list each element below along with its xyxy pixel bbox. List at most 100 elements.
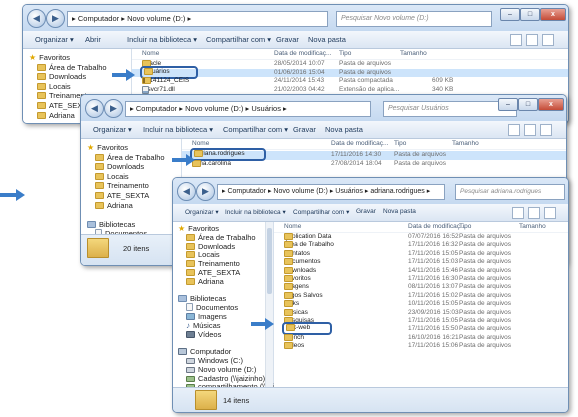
- maximize-button[interactable]: □: [520, 8, 540, 21]
- breadcrumb-item[interactable]: Usuários: [335, 188, 363, 195]
- tree-item[interactable]: Downloads: [37, 72, 86, 82]
- minimize-button[interactable]: –: [498, 98, 518, 111]
- share-with-button[interactable]: Compartilhar com ▾: [223, 125, 288, 134]
- tree-item[interactable]: Adriana: [186, 277, 224, 287]
- breadcrumb-item[interactable]: Computador: [227, 188, 266, 195]
- include-in-library-button[interactable]: Incluir na biblioteca ▾: [143, 125, 213, 134]
- include-in-library-button[interactable]: Incluir na biblioteca ▾: [225, 208, 286, 216]
- tree-item[interactable]: Área de Trabalho: [95, 153, 165, 163]
- help-icon[interactable]: [540, 124, 552, 136]
- organize-button[interactable]: Organizar ▾: [185, 208, 219, 216]
- organize-button[interactable]: Organizar ▾: [93, 125, 132, 134]
- burn-button[interactable]: Gravar: [356, 208, 376, 215]
- column-header-size[interactable]: Tamanho: [452, 140, 479, 147]
- folder-icon: [284, 266, 293, 274]
- column-header-size[interactable]: Tamanho: [400, 50, 427, 57]
- list-item[interactable]: Oracle 28/05/2014 10:07 Pasta de arquivos: [132, 60, 568, 69]
- search-input[interactable]: Pesquisar Novo volume (D:): [336, 11, 492, 27]
- column-header-name[interactable]: Nome: [192, 140, 209, 147]
- view-options-icon[interactable]: [508, 124, 520, 136]
- scrollbar[interactable]: [265, 222, 273, 388]
- list-item[interactable]: adriana.rodrigues 17/11/2016 14:30 Pasta d…: [182, 148, 566, 161]
- tree-item[interactable]: ATE_SEXTA: [95, 191, 149, 201]
- column-header-type[interactable]: Tipo: [394, 140, 406, 147]
- tree-item[interactable]: Adriana: [95, 201, 133, 211]
- tree-item[interactable]: Bibliotecas: [87, 220, 135, 230]
- share-with-button[interactable]: Compartilhar com ▾: [206, 35, 271, 44]
- back-arrow-icon[interactable]: ◀: [177, 182, 196, 201]
- back-arrow-icon[interactable]: ◀: [27, 9, 46, 28]
- breadcrumb-item[interactable]: adriana.rodrigues: [370, 188, 424, 195]
- tree-item[interactable]: Treinamento: [95, 181, 149, 191]
- organize-button[interactable]: Organizar ▾: [35, 35, 74, 44]
- forward-arrow-icon[interactable]: ▶: [196, 182, 215, 201]
- list-item[interactable]: Imagens 08/11/2016 13:07 Pasta de arquivos: [274, 283, 568, 292]
- list-item[interactable]: Links 10/11/2016 15:05Pasta de arquivos: [274, 300, 568, 309]
- list-item[interactable]: Vídeos 17/11/2016 15:06 Pasta de arquivos: [274, 342, 568, 351]
- breadcrumb[interactable]: ▸ Computador ▸ Novo volume (D:) ▸: [67, 11, 328, 27]
- list-item[interactable]: Trench 16/10/2016 16:21 Pasta de arquivos: [274, 333, 568, 343]
- list-item[interactable]: Contatos 17/11/2016 15:05 Pasta de arquivo…: [274, 249, 568, 259]
- burn-button[interactable]: Gravar: [276, 35, 299, 44]
- column-header-date[interactable]: Data de modificaç...: [274, 50, 331, 57]
- column-header-date[interactable]: Data de modificaç...: [331, 140, 388, 147]
- include-in-library-button[interactable]: Incluir na biblioteca ▾: [127, 35, 197, 44]
- view-options-icon[interactable]: [510, 34, 522, 46]
- list-item[interactable]: Favoritos 17/11/2016 16:30 Pasta de arquiv…: [274, 275, 568, 284]
- preview-pane-icon[interactable]: [524, 124, 536, 136]
- list-item[interactable]: 20141124_CEIS 24/11/2014 15:43 Pasta compa…: [132, 77, 568, 86]
- back-arrow-icon[interactable]: ◀: [85, 99, 104, 118]
- minimize-button[interactable]: –: [500, 8, 520, 21]
- tree-item[interactable]: Adriana: [37, 111, 75, 121]
- list-item[interactable]: Área de Trabalho 17/11/2016 16:32 Pasta de…: [274, 241, 568, 250]
- search-input[interactable]: Pesquisar Usuários: [383, 101, 517, 117]
- list-item[interactable]: Documentos 17/11/2016 15:03 Pasta de arqui…: [274, 258, 568, 267]
- tree-item[interactable]: Locais: [37, 82, 71, 92]
- new-folder-button[interactable]: Nova pasta: [325, 125, 363, 134]
- tree-item[interactable]: ★ Favoritos: [29, 53, 70, 63]
- list-item[interactable]: Downloads 14/11/2016 15:46 Pasta de arquiv…: [274, 266, 568, 276]
- breadcrumb-item[interactable]: Novo volume (D:): [127, 14, 185, 23]
- breadcrumb[interactable]: ▸ Computador ▸ Novo volume (D:) ▸ Usuári…: [217, 184, 445, 200]
- column-header-type[interactable]: Tipo: [339, 50, 351, 57]
- column-header-name[interactable]: Nome: [284, 223, 301, 230]
- list-item[interactable]: anna.carolina 27/08/2014 18:04 Pasta de ar…: [182, 160, 566, 169]
- search-input[interactable]: Pesquisar adriana.rodrigues: [455, 184, 565, 200]
- view-options-icon[interactable]: [512, 207, 524, 219]
- help-icon[interactable]: [542, 34, 554, 46]
- tree-item[interactable]: Downloads: [95, 162, 144, 172]
- breadcrumb-item[interactable]: Novo volume (D:): [273, 188, 327, 195]
- list-item[interactable]: msvcr71.dll 21/02/2003 04:42 Extensão de a…: [132, 85, 568, 95]
- breadcrumb-item[interactable]: Novo volume (D:): [185, 104, 243, 113]
- share-with-button[interactable]: Compartilhar com ▾: [293, 208, 349, 216]
- tree-item[interactable]: ★ Favoritos: [87, 143, 128, 153]
- help-icon[interactable]: [544, 207, 556, 219]
- burn-button[interactable]: Gravar: [293, 125, 316, 134]
- tree-item[interactable]: Vídeos: [186, 330, 221, 340]
- breadcrumb-item[interactable]: Computador: [136, 104, 177, 113]
- column-header-type[interactable]: Tipo: [459, 223, 471, 230]
- new-folder-button[interactable]: Nova pasta: [383, 208, 416, 215]
- column-header-date[interactable]: Data de modificaç...: [408, 223, 465, 230]
- new-folder-button[interactable]: Nova pasta: [308, 35, 346, 44]
- column-header-size[interactable]: Tamanho: [519, 223, 546, 230]
- close-button[interactable]: x: [538, 98, 564, 111]
- tree-item[interactable]: Área de Trabalho: [37, 63, 107, 73]
- list-item[interactable]: Jogos Salvos 17/11/2016 15:02 Pasta de arq…: [274, 291, 568, 301]
- list-item[interactable]: Usuários 01/06/2016 15:04 Pasta de arquivo…: [132, 65, 568, 79]
- scrollbar-thumb[interactable]: [267, 228, 272, 295]
- breadcrumb-item[interactable]: Computador: [78, 14, 119, 23]
- tree-item[interactable]: Locais: [95, 172, 129, 182]
- maximize-button[interactable]: □: [518, 98, 538, 111]
- list-item[interactable]: Músicas 23/09/2016 15:03 Pasta de arquivos: [274, 308, 568, 318]
- forward-arrow-icon[interactable]: ▶: [46, 9, 65, 28]
- column-header-name[interactable]: Nome: [142, 50, 159, 57]
- breadcrumb[interactable]: ▸ Computador ▸ Novo volume (D:) ▸ Usuári…: [125, 101, 371, 117]
- preview-pane-icon[interactable]: [528, 207, 540, 219]
- open-button[interactable]: Abrir: [85, 35, 101, 44]
- forward-arrow-icon[interactable]: ▶: [104, 99, 123, 118]
- list-item[interactable]: sdk-web 17/11/2016 15:50 Pasta de arquivos: [274, 322, 568, 336]
- breadcrumb-item[interactable]: Usuários: [251, 104, 281, 113]
- preview-pane-icon[interactable]: [526, 34, 538, 46]
- close-button[interactable]: x: [540, 8, 566, 21]
